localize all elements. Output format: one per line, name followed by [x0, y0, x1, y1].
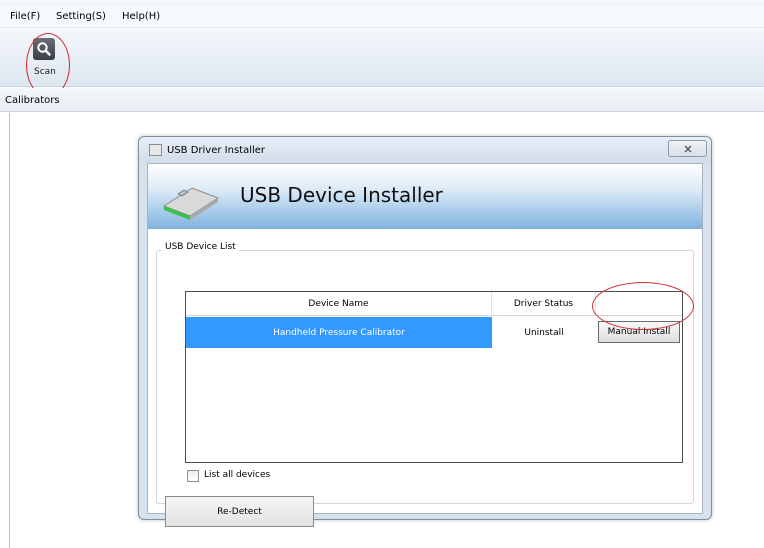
dialog-titlebar[interactable]: USB Driver Installer: [139, 137, 711, 163]
close-icon: [684, 145, 691, 152]
calibrators-header: Calibrators: [0, 88, 764, 112]
device-name-cell[interactable]: Handheld Pressure Calibrator: [186, 317, 492, 348]
group-label: USB Device List: [162, 242, 239, 252]
table-row[interactable]: Handheld Pressure Calibrator Uninstall M…: [186, 317, 682, 348]
usb-driver-icon: [149, 144, 162, 156]
installer-banner: USB Device Installer: [148, 164, 702, 229]
search-icon: [33, 38, 55, 60]
section-title: Calibrators: [5, 95, 60, 106]
scan-button[interactable]: Scan: [30, 34, 64, 84]
column-action[interactable]: [596, 292, 682, 316]
list-all-devices-checkbox[interactable]: [187, 470, 199, 482]
manual-install-button[interactable]: Manual Install: [598, 321, 680, 343]
usb-drive-icon: [162, 187, 220, 220]
scan-label: Scan: [34, 67, 56, 77]
banner-title: USB Device Installer: [240, 183, 443, 207]
dialog-title: USB Driver Installer: [167, 145, 266, 156]
menu-file[interactable]: File(F): [10, 11, 40, 22]
column-device-name[interactable]: Device Name: [186, 292, 492, 316]
device-list[interactable]: Device Name Driver Status Handheld Press…: [185, 291, 683, 463]
list-header: Device Name Driver Status: [186, 292, 682, 316]
menu-help[interactable]: Help(H): [122, 11, 160, 22]
list-all-devices-label[interactable]: List all devices: [204, 470, 270, 480]
panel-border: [9, 113, 10, 548]
main-window: File(F) Setting(S) Help(H) Scan Calibrat…: [0, 0, 764, 548]
menu-setting[interactable]: Setting(S): [56, 11, 106, 22]
dialog-body: USB Device Installer USB Device List Dev…: [147, 163, 703, 527]
menu-bar: File(F) Setting(S) Help(H): [0, 6, 764, 28]
column-driver-status[interactable]: Driver Status: [492, 292, 596, 316]
redetect-button[interactable]: Re-Detect: [165, 496, 314, 527]
close-button[interactable]: [668, 140, 707, 157]
usb-driver-installer-dialog: USB Driver Installer USB Device Installe…: [138, 136, 712, 527]
driver-status-cell: Uninstall: [524, 327, 564, 338]
toolbar: Scan: [0, 29, 764, 87]
